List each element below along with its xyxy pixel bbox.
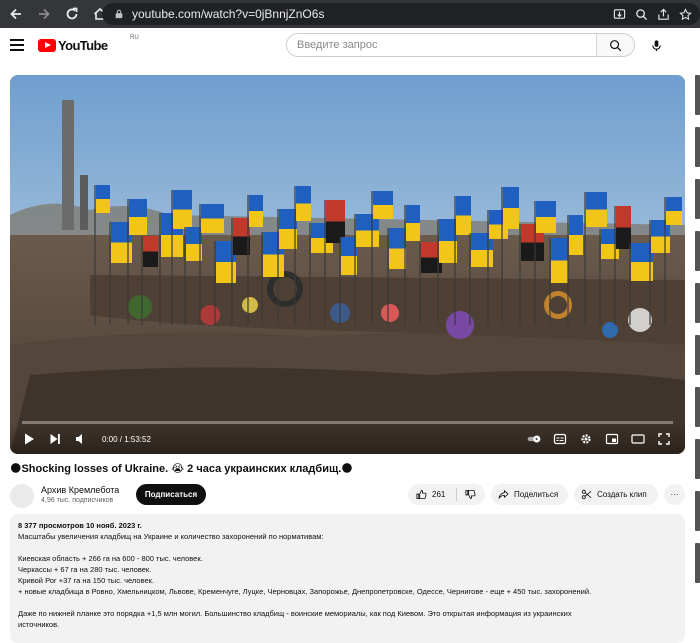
theater-mode-icon[interactable] — [625, 426, 651, 452]
search-icon — [610, 39, 622, 51]
clip-label: Создать клип — [597, 490, 647, 499]
logo-text: YouTube — [58, 38, 108, 53]
video-frame — [10, 75, 685, 454]
search-box — [286, 33, 635, 57]
description-line: Черкассы + 67 га на 280 тыс. человек. — [18, 565, 152, 574]
reload-icon[interactable] — [60, 2, 84, 26]
settings-gear-icon[interactable] — [573, 426, 599, 452]
share-label: Поделиться — [514, 490, 559, 499]
description-line: Кривой Рог +37 га на 150 тыс. человек. — [18, 576, 155, 585]
clip-button[interactable]: Создать клип — [574, 484, 658, 505]
like-count: 261 — [432, 490, 446, 499]
thumbs-up-icon — [416, 489, 427, 500]
volume-icon[interactable] — [68, 426, 94, 452]
like-button[interactable]: 261 — [408, 488, 457, 501]
description-line: + новые кладбища в Ровно, Хмельницком, Л… — [18, 587, 592, 596]
video-player[interactable]: 0:00 / 1:53:52 — [10, 75, 685, 454]
more-dots-icon: ··· — [670, 490, 679, 499]
description-box[interactable]: 8 377 просмотров 10 нояб. 2023 г. Масшта… — [10, 514, 685, 643]
back-icon[interactable] — [4, 2, 28, 26]
next-icon[interactable] — [42, 426, 68, 452]
search-button[interactable] — [596, 34, 634, 56]
thumbs-down-icon — [465, 489, 476, 500]
dislike-button[interactable] — [457, 489, 476, 500]
youtube-play-logo-icon — [38, 39, 56, 52]
description-line: Киевская область + 266 га на 600 - 800 т… — [18, 554, 203, 563]
browser-toolbar: youtube.com/watch?v=0jBnnjZnO6s — [0, 0, 700, 28]
like-dislike-group: 261 — [408, 484, 485, 505]
search-input[interactable] — [287, 34, 596, 56]
microphone-icon — [651, 39, 661, 51]
share-arrow-icon — [498, 489, 509, 499]
logo-region: RU — [130, 35, 139, 41]
subtitles-icon[interactable] — [547, 426, 573, 452]
scissors-icon — [581, 489, 592, 500]
zoom-icon[interactable] — [630, 5, 652, 23]
share-page-icon[interactable] — [652, 5, 674, 23]
channel-avatar[interactable] — [10, 484, 34, 508]
subscribe-button[interactable]: Подписаться — [136, 484, 206, 505]
description-line: Масштабы увеличения кладбищ на Украине и… — [18, 532, 324, 541]
lock-icon — [112, 7, 126, 21]
more-actions-button[interactable]: ··· — [664, 484, 685, 505]
forward-icon[interactable] — [32, 2, 56, 26]
url-text: youtube.com/watch?v=0jBnnjZnO6s — [132, 7, 325, 21]
address-bar[interactable]: youtube.com/watch?v=0jBnnjZnO6s — [102, 3, 700, 25]
subscriber-count: 4,96 тыс. подписчиков — [41, 497, 114, 504]
miniplayer-icon[interactable] — [599, 426, 625, 452]
description-line: Даже по нижней планке это порядка +1,5 м… — [18, 609, 572, 618]
description-line: источников. — [18, 620, 60, 629]
play-icon[interactable] — [16, 426, 42, 452]
channel-name[interactable]: Архив Кремлебота — [41, 485, 119, 495]
voice-search-button[interactable] — [646, 35, 666, 55]
hamburger-menu-icon[interactable] — [10, 39, 24, 51]
install-icon[interactable] — [608, 5, 630, 23]
share-button[interactable]: Поделиться — [491, 484, 568, 505]
youtube-logo[interactable]: YouTube RU — [38, 35, 139, 53]
bookmark-star-icon[interactable] — [674, 5, 696, 23]
view-count-date: 8 377 просмотров 10 нояб. 2023 г. — [18, 521, 142, 530]
video-title: 🌑Shocking losses of Ukraine. 😭 2 часа ук… — [10, 463, 353, 475]
time-display: 0:00 / 1:53:52 — [102, 434, 151, 444]
recommendations-edge — [695, 75, 700, 643]
player-controls: 0:00 / 1:53:52 — [10, 424, 685, 454]
autoplay-toggle-icon[interactable] — [521, 426, 547, 452]
fullscreen-icon[interactable] — [651, 426, 677, 452]
youtube-header: YouTube RU — [0, 28, 700, 64]
